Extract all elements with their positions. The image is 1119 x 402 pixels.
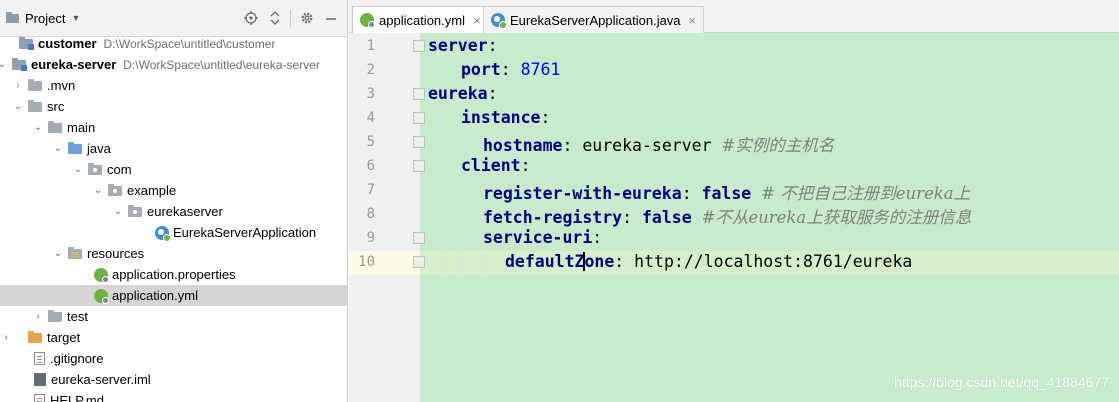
line-number: 3 bbox=[366, 86, 375, 102]
chevron-down-icon[interactable]: ⌄ bbox=[72, 159, 84, 180]
code-line-3[interactable]: eureka: bbox=[428, 84, 498, 103]
tree-item-eureka-server-iml[interactable]: eureka-server.iml bbox=[0, 369, 347, 390]
package-icon bbox=[88, 163, 103, 176]
line-number: 6 bbox=[366, 158, 375, 174]
iml-file-icon bbox=[34, 373, 46, 386]
tree-item-mvn[interactable]: › .mvn bbox=[0, 75, 347, 96]
code-line-6[interactable]: client: bbox=[461, 156, 531, 175]
locate-icon[interactable] bbox=[243, 10, 259, 26]
hide-panel-icon[interactable] bbox=[323, 10, 339, 26]
tree-item-eureka-server-application[interactable]: EurekaServerApplication bbox=[0, 222, 347, 243]
module-folder-icon bbox=[19, 37, 34, 50]
project-view-selector[interactable]: Project bbox=[25, 11, 65, 26]
tree-item-resources[interactable]: ⌄ resources bbox=[0, 243, 347, 264]
tree-item-customer[interactable]: customer D:\WorkSpace\untitled\customer bbox=[0, 33, 347, 54]
folder-icon bbox=[48, 310, 63, 323]
line-number: 4 bbox=[366, 110, 375, 126]
tree-item-gitignore[interactable]: .gitignore bbox=[0, 348, 347, 369]
spring-config-icon bbox=[360, 13, 375, 28]
chevron-down-icon[interactable]: ⌄ bbox=[0, 54, 8, 75]
spring-config-icon bbox=[94, 288, 109, 304]
code-line-10[interactable]: defaultZone: http://localhost:8761/eurek… bbox=[505, 252, 912, 271]
tree-item-test[interactable]: › test bbox=[0, 306, 347, 327]
editor-area: application.yml × EurekaServerApplicatio… bbox=[349, 0, 1119, 402]
fold-marker-icon[interactable] bbox=[413, 232, 425, 244]
project-panel: Project ▼ customer D:\WorkSpace\untitled… bbox=[0, 0, 348, 402]
editor-tab-bar: application.yml × EurekaServerApplicatio… bbox=[349, 0, 1119, 33]
tree-item-eurekaserver[interactable]: ⌄ eurekaserver bbox=[0, 201, 347, 222]
code-line-1[interactable]: server: bbox=[428, 36, 498, 55]
tree-item-application-properties[interactable]: application.properties bbox=[0, 264, 347, 285]
line-number: 1 bbox=[366, 38, 375, 54]
source-folder-icon bbox=[68, 142, 83, 155]
chevron-down-icon[interactable]: ⌄ bbox=[112, 201, 124, 222]
tree-item-src[interactable]: ⌄ src bbox=[0, 96, 347, 117]
code-line-9[interactable]: service-uri: bbox=[483, 228, 602, 247]
tree-item-java[interactable]: ⌄ java bbox=[0, 138, 347, 159]
code-line-7[interactable]: register-with-eureka: false # 不把自己注册到eur… bbox=[483, 180, 970, 204]
chevron-right-icon[interactable]: › bbox=[0, 327, 12, 348]
fold-marker-icon[interactable] bbox=[413, 160, 425, 172]
project-icon bbox=[6, 12, 20, 24]
tab-application-yml[interactable]: application.yml × bbox=[352, 6, 489, 33]
tree-item-main[interactable]: ⌄ main bbox=[0, 117, 347, 138]
tab-label: EurekaServerApplication.java bbox=[510, 12, 681, 28]
tab-label: application.yml bbox=[379, 12, 465, 28]
tree-item-example[interactable]: ⌄ example bbox=[0, 180, 347, 201]
chevron-down-icon[interactable]: ⌄ bbox=[92, 180, 104, 201]
project-toolbar: Project ▼ bbox=[0, 0, 347, 37]
chevron-down-icon[interactable]: ⌄ bbox=[12, 96, 24, 117]
line-number: 9 bbox=[366, 230, 375, 246]
gear-icon[interactable] bbox=[299, 10, 315, 26]
tree-item-target[interactable]: › target bbox=[0, 327, 347, 348]
folder-icon bbox=[28, 100, 43, 113]
watermark: https://blog.csdn.net/qq_41884677 bbox=[894, 374, 1109, 390]
package-icon bbox=[128, 205, 143, 218]
chevron-down-icon[interactable]: ⌄ bbox=[32, 117, 44, 138]
close-icon[interactable]: × bbox=[473, 13, 481, 28]
line-number: 10 bbox=[358, 254, 375, 270]
resources-folder-icon bbox=[68, 247, 83, 260]
chevron-down-icon[interactable]: ⌄ bbox=[52, 138, 64, 159]
line-number: 7 bbox=[366, 182, 375, 198]
expand-collapse-icon[interactable] bbox=[267, 10, 283, 26]
excluded-folder-icon bbox=[28, 331, 43, 344]
fold-marker-icon[interactable] bbox=[413, 40, 425, 52]
fold-marker-icon[interactable] bbox=[413, 88, 425, 100]
spring-class-icon bbox=[155, 225, 171, 242]
fold-marker-icon[interactable] bbox=[413, 136, 425, 148]
folder-icon bbox=[28, 79, 43, 92]
line-number: 8 bbox=[366, 206, 375, 222]
chevron-down-icon[interactable]: ⌄ bbox=[52, 243, 64, 264]
file-icon bbox=[34, 394, 45, 402]
code-line-5[interactable]: hostname: eureka-server #实例的主机名 bbox=[483, 132, 834, 156]
close-icon[interactable]: × bbox=[689, 13, 697, 28]
spring-class-icon bbox=[491, 13, 507, 29]
spring-config-icon bbox=[94, 267, 109, 283]
module-folder-icon bbox=[12, 58, 27, 71]
chevron-right-icon[interactable]: › bbox=[12, 75, 24, 96]
chevron-down-icon[interactable]: ▼ bbox=[71, 13, 80, 23]
file-icon bbox=[34, 352, 45, 365]
tree-item-eureka-server[interactable]: ⌄ eureka-server D:\WorkSpace\untitled\eu… bbox=[0, 54, 347, 75]
fold-marker-icon[interactable] bbox=[413, 256, 425, 268]
tree-item-help-md[interactable]: HELP.md bbox=[0, 390, 347, 402]
code-line-8[interactable]: fetch-registry: false #不从eureka上获取服务的注册信… bbox=[483, 204, 971, 228]
chevron-right-icon[interactable]: › bbox=[32, 306, 44, 327]
fold-marker-icon[interactable] bbox=[413, 112, 425, 124]
package-icon bbox=[108, 184, 123, 197]
line-number: 2 bbox=[366, 62, 375, 78]
code-line-2[interactable]: port: 8761 bbox=[461, 60, 560, 79]
tab-eureka-server-application-java[interactable]: EurekaServerApplication.java × bbox=[483, 6, 705, 33]
tree-item-application-yml[interactable]: application.yml bbox=[0, 285, 347, 306]
folder-icon bbox=[48, 121, 63, 134]
line-number: 5 bbox=[366, 134, 375, 150]
code-line-4[interactable]: instance: bbox=[461, 108, 550, 127]
tree-item-com[interactable]: ⌄ com bbox=[0, 159, 347, 180]
